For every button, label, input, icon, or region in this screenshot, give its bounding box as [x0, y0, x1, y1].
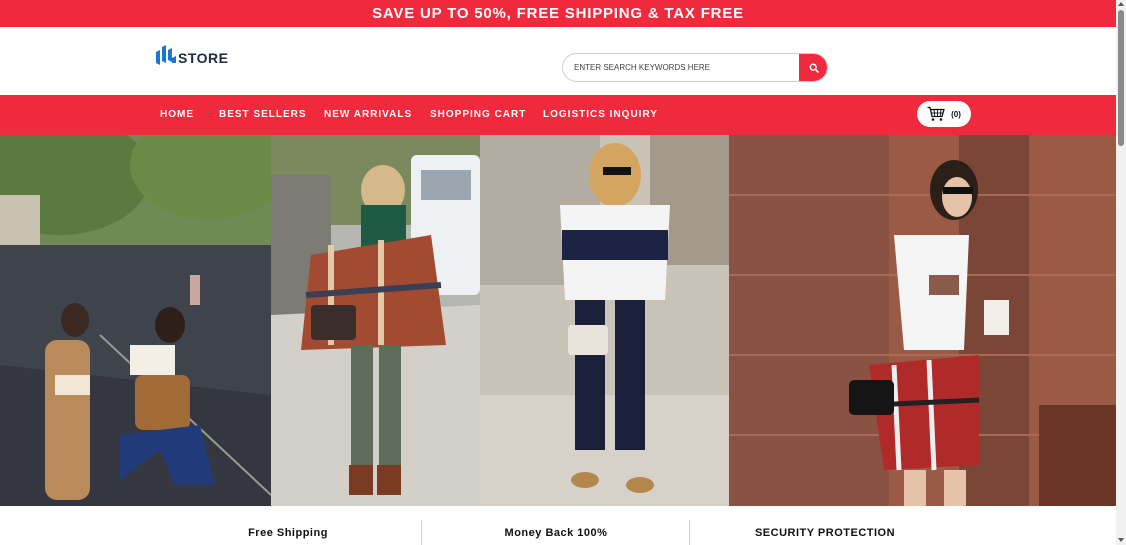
feature-free-shipping: Free Shipping [248, 527, 328, 539]
nav-item-best-sellers[interactable]: BEST SELLERS [219, 95, 307, 135]
nav-item-shopping-cart[interactable]: SHOPPING CART [430, 95, 526, 135]
promo-banner: SAVE UP TO 50%, FREE SHIPPING & TAX FREE [0, 0, 1116, 27]
search-icon [809, 63, 819, 73]
hero-image-3 [480, 135, 729, 506]
hero-banner[interactable] [0, 135, 1116, 506]
scroll-down-arrow-icon[interactable] [1118, 537, 1124, 543]
feature-divider [421, 520, 422, 545]
hero-image-2 [271, 135, 480, 506]
nav-item-logistics-inquiry[interactable]: LOGISTICS INQUIRY [543, 95, 658, 135]
hero-image-1 [0, 135, 271, 506]
logo-text: STORE [178, 50, 229, 66]
logo[interactable]: STORE [156, 44, 228, 66]
scroll-up-arrow-icon[interactable] [1118, 1, 1124, 7]
search-input[interactable] [563, 54, 799, 81]
header: STORE [0, 27, 1116, 95]
logo-icon [156, 45, 176, 65]
page: SAVE UP TO 50%, FREE SHIPPING & TAX FREE… [0, 0, 1116, 545]
promo-text: SAVE UP TO 50%, FREE SHIPPING & TAX FREE [372, 5, 744, 22]
feature-divider [689, 520, 690, 545]
feature-money-back: Money Back 100% [504, 527, 608, 539]
vertical-scrollbar[interactable] [1116, 0, 1126, 545]
cart-button[interactable]: (0) [917, 101, 971, 127]
feature-security-protection: SECURITY PROTECTION [754, 527, 896, 539]
features-bar: Free Shipping Money Back 100% SECURITY P… [0, 506, 1116, 545]
search-button[interactable] [799, 54, 827, 81]
scrollbar-thumb[interactable] [1118, 10, 1124, 146]
shopping-cart-icon [927, 106, 945, 121]
cart-count: (0) [951, 109, 961, 119]
search-box [562, 53, 828, 82]
hero-image-4 [729, 135, 1116, 506]
main-nav: HOME BEST SELLERS NEW ARRIVALS SHOPPING … [0, 95, 1116, 135]
nav-item-home[interactable]: HOME [160, 95, 194, 135]
nav-item-new-arrivals[interactable]: NEW ARRIVALS [324, 95, 412, 135]
